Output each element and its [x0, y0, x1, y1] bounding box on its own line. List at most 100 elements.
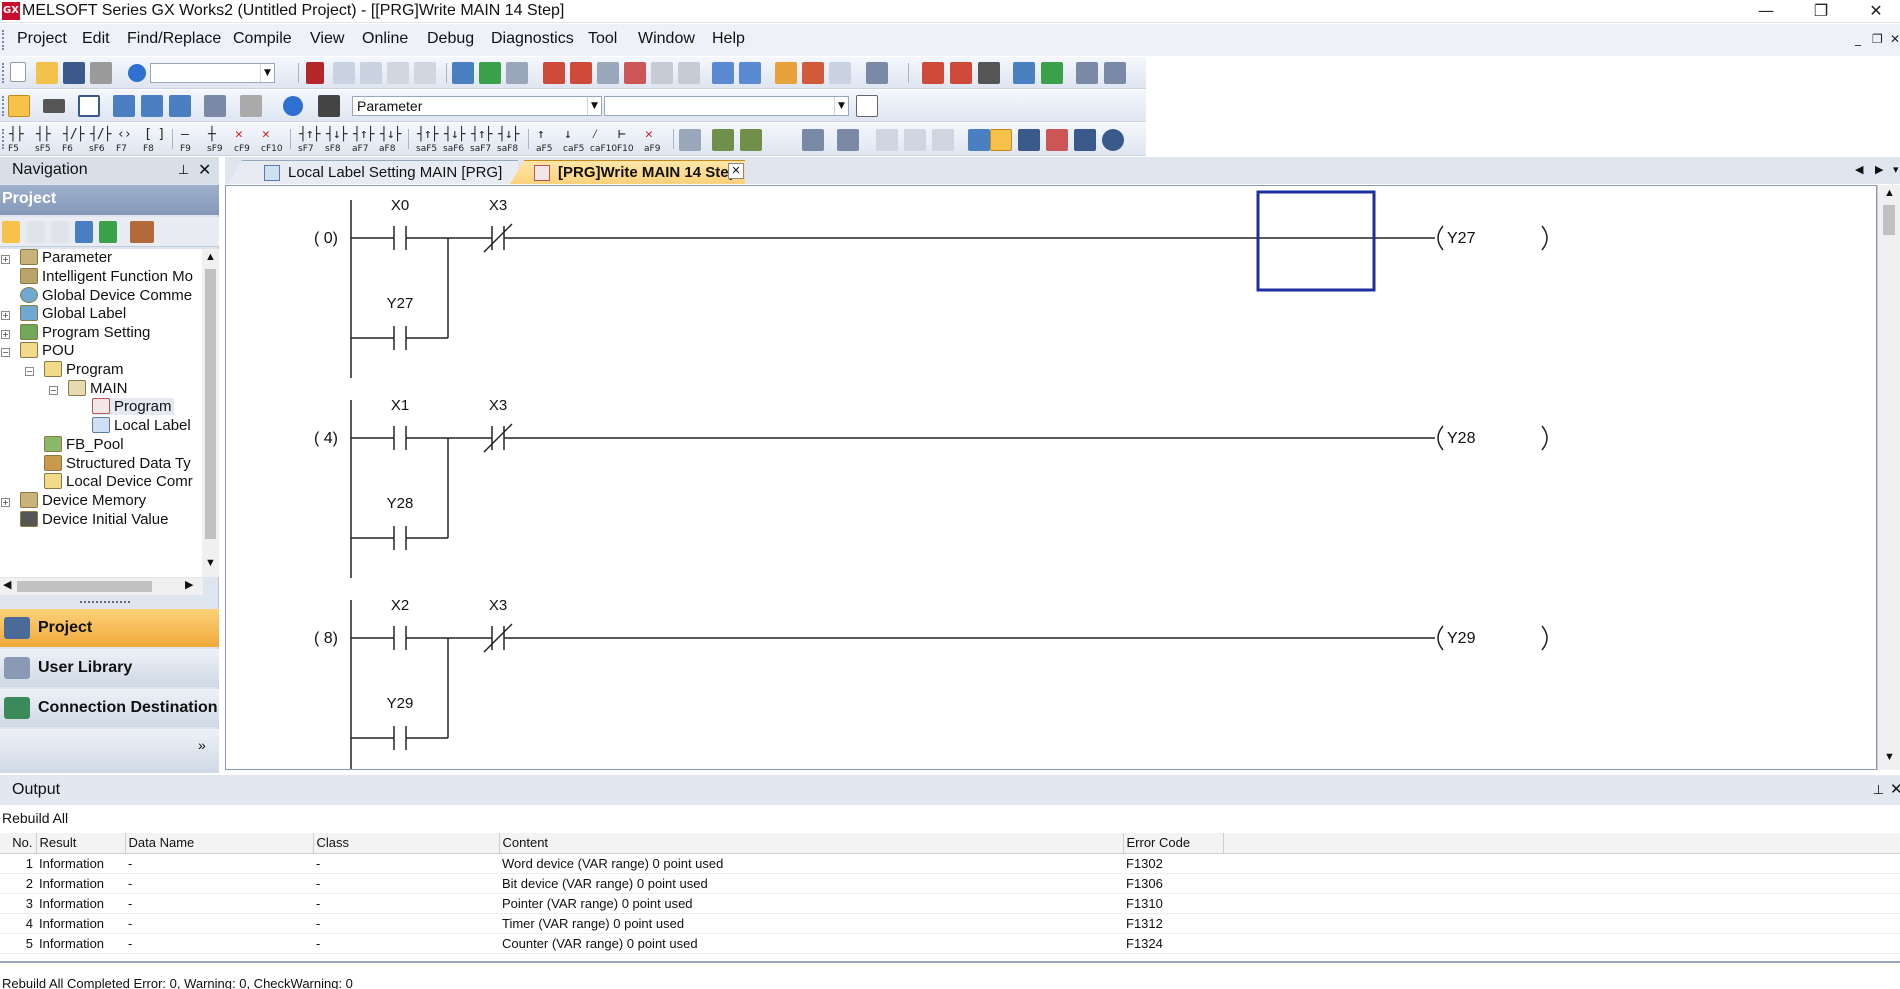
rising-pulse-button[interactable]: ┤↑├ sF7: [296, 126, 322, 154]
falling-pulse-button[interactable]: ┤↓├ sF8: [323, 126, 349, 154]
buffer-memory-icon[interactable]: [775, 62, 797, 84]
output-table-row[interactable]: 5 Information - - Counter (VAR range) 0 poin…: [0, 933, 1900, 954]
paste-icon[interactable]: [360, 62, 382, 84]
expand-icon[interactable]: +: [1, 330, 10, 339]
tab-close-icon[interactable]: ✕: [728, 163, 744, 179]
chart-icon[interactable]: [1076, 62, 1098, 84]
invert-operation-button[interactable]: ⁄ caF10: [588, 126, 617, 154]
device-list-icon[interactable]: [113, 95, 135, 117]
operation-result-falling-button[interactable]: ↓ caF5: [561, 126, 587, 154]
horizontal-line-button[interactable]: — F9: [178, 126, 204, 154]
menu-project[interactable]: Project: [17, 30, 67, 48]
inline-st-icon[interactable]: [679, 129, 701, 151]
binoculars-icon[interactable]: [318, 95, 340, 117]
rising-not-branch-button[interactable]: ┤↑├ saF7: [468, 126, 494, 154]
compile-icon[interactable]: [479, 62, 501, 84]
column-header-result[interactable]: Result: [36, 833, 126, 854]
tree-item-program-folder[interactable]: Program: [44, 361, 124, 378]
menu-window[interactable]: Window: [638, 30, 695, 48]
tree-item-structured-data[interactable]: Structured Data Ty: [44, 455, 191, 472]
fb-insert-icon[interactable]: [712, 129, 734, 151]
parameter-detail-combo[interactable]: ▼: [604, 96, 849, 116]
tree-horizontal-scrollbar[interactable]: ◀ ▶: [0, 578, 203, 595]
output-window-icon[interactable]: [78, 95, 100, 117]
navigation-window-icon[interactable]: [8, 95, 30, 117]
chevron-down-icon[interactable]: ▼: [260, 64, 274, 82]
rising-not-button[interactable]: ┤↑├ saF5: [414, 126, 440, 154]
column-header-content[interactable]: Content: [499, 833, 1124, 854]
monitor-start-icon[interactable]: [624, 62, 646, 84]
output-table-row[interactable]: 4 Information - - Timer (VAR range) 0 point …: [0, 913, 1900, 934]
chart-settings-icon[interactable]: [1104, 62, 1126, 84]
save-icon[interactable]: [63, 62, 85, 84]
cut-icon[interactable]: [306, 62, 324, 84]
undo-icon[interactable]: [387, 62, 409, 84]
ladder-vertical-scrollbar[interactable]: ▲ ▼: [1877, 185, 1900, 770]
scroll-up-icon[interactable]: ▲: [1884, 187, 1895, 199]
close-icon[interactable]: ✕: [198, 160, 211, 180]
mdi-restore-icon[interactable]: ❐: [1872, 32, 1883, 46]
nav-button-user-library[interactable]: User Library: [0, 649, 219, 687]
tree-item-program-setting[interactable]: Program Setting: [20, 324, 150, 341]
project-combo[interactable]: ▼: [150, 63, 275, 83]
tree-item-device-initial-value[interactable]: Device Initial Value: [20, 511, 168, 528]
cross-reference-icon[interactable]: [169, 95, 191, 117]
redo-icon[interactable]: [414, 62, 436, 84]
mdi-minimize-icon[interactable]: _: [1855, 32, 1861, 46]
output-table-row[interactable]: 3 Information - - Pointer (VAR range) 0 poin…: [0, 893, 1900, 914]
operation-result-rising-button[interactable]: ↑ aF5: [534, 126, 560, 154]
pin-icon[interactable]: ⊥: [1873, 782, 1884, 798]
closed-branch-button[interactable]: ┤/├ sF6: [87, 126, 113, 154]
minimize-button[interactable]: —: [1743, 0, 1789, 23]
watch-window-icon[interactable]: [204, 95, 226, 117]
expand-icon[interactable]: +: [1, 255, 10, 264]
watch-icon[interactable]: [802, 62, 824, 84]
menu-compile[interactable]: Compile: [233, 30, 292, 48]
display-settings-icon[interactable]: [866, 62, 888, 84]
chevron-down-icon[interactable]: ▼: [587, 97, 601, 115]
menu-help[interactable]: Help: [712, 30, 745, 48]
expand-icon[interactable]: +: [1, 311, 10, 320]
ladder-editor[interactable]: ( 0) X0 X3 Y27 Y27 ( 4) X1 X3 Y28 Y28 ( 8) X2 X3 Y29 Y…: [225, 185, 1877, 770]
tab-prg-write-main[interactable]: [PRG]Write MAIN 14 Step ✕: [510, 160, 745, 184]
open-contact-button[interactable]: ┤├ F5: [6, 126, 32, 154]
tree-item-local-device-comment[interactable]: Local Device Comr: [44, 473, 193, 490]
instruction-button[interactable]: [ ] F8: [141, 126, 167, 154]
sampling-trace-icon[interactable]: [922, 62, 944, 84]
new-project-icon[interactable]: [10, 62, 26, 82]
rung-expand-icon[interactable]: [968, 129, 990, 151]
pin-icon[interactable]: ⊥: [178, 162, 189, 178]
scroll-right-icon[interactable]: ▶: [185, 578, 193, 591]
error-jump-icon[interactable]: [1041, 62, 1063, 84]
device-search-icon[interactable]: [452, 62, 474, 84]
print-icon[interactable]: [90, 62, 112, 84]
tab-scroll-right-icon[interactable]: ▶: [1875, 163, 1883, 176]
question-icon[interactable]: [283, 96, 303, 116]
tree-item-main[interactable]: MAIN: [68, 380, 128, 397]
collapse-icon[interactable]: −: [25, 367, 34, 376]
menu-tool[interactable]: Tool: [588, 30, 617, 48]
open-branch-button[interactable]: ┤├ sF5: [33, 126, 59, 154]
page-setup-icon[interactable]: [856, 95, 878, 117]
scroll-thumb[interactable]: [17, 581, 152, 592]
scroll-left-icon[interactable]: ◀: [3, 578, 11, 591]
expand-icon[interactable]: +: [1, 498, 10, 507]
output-table-row[interactable]: 1 Information - - Word device (VAR range) 0 …: [0, 853, 1900, 874]
draw-line-button[interactable]: ⊢ F10: [615, 126, 641, 154]
statement-icon[interactable]: [837, 129, 859, 151]
tab-list-icon[interactable]: ▾: [1893, 163, 1899, 176]
menu-debug[interactable]: Debug: [427, 30, 474, 48]
verify-plc-icon[interactable]: [597, 62, 619, 84]
comment-edit-icon[interactable]: [904, 129, 926, 151]
nav-button-connection-destination[interactable]: Connection Destination: [0, 689, 219, 727]
menu-view[interactable]: View: [310, 30, 344, 48]
element-selection-icon[interactable]: [43, 99, 65, 113]
close-button[interactable]: ✕: [1853, 0, 1899, 23]
tree-item-pou[interactable]: POU: [20, 342, 75, 359]
read-mode-icon[interactable]: [1018, 129, 1040, 151]
falling-branch-button[interactable]: ┤↓├ aF8: [377, 126, 403, 154]
rising-branch-button[interactable]: ┤↑├ aF7: [350, 126, 376, 154]
close-icon[interactable]: ✕: [1890, 780, 1900, 798]
sort-icon[interactable]: [130, 221, 154, 243]
find-icon[interactable]: [240, 95, 262, 117]
